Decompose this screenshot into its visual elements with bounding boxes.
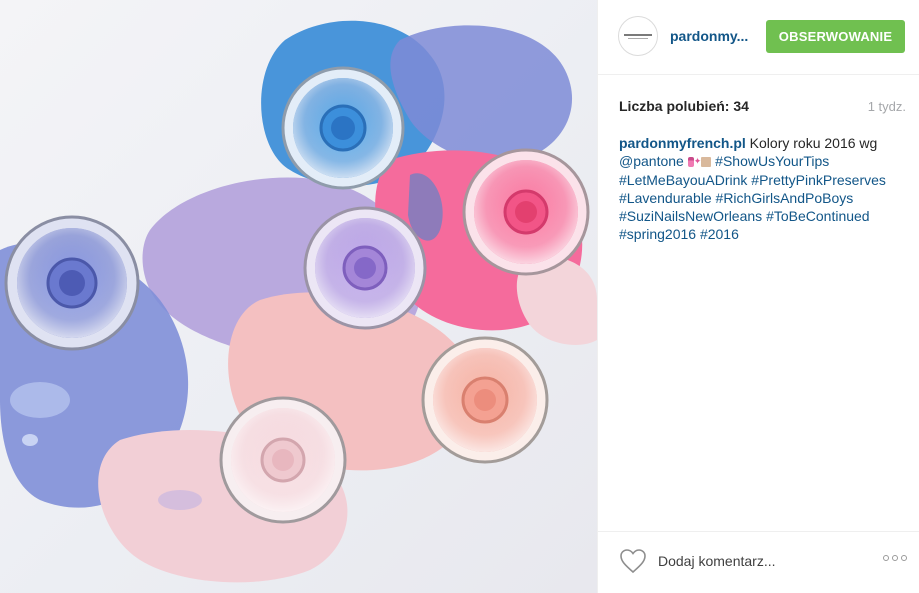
post-photo[interactable] [0,0,597,593]
nail-polish-illustration [0,20,597,583]
instagram-post: pardonmy... OBSERWOWANIE Liczba polubień… [0,0,919,593]
caption-author-link[interactable]: pardonmyfrench.pl [619,135,746,151]
username-link[interactable]: pardonmy... [670,28,748,44]
hashtag-link[interactable]: #ShowUsYourTips [715,153,829,169]
post-side-panel: pardonmy... OBSERWOWANIE Liczba polubień… [597,0,919,593]
violet-bottle [303,206,427,330]
beige-square-emoji [701,157,712,168]
pardonmyfrench-logo-avatar[interactable] [618,16,658,56]
likes-row: Liczba polubień: 34 1 tydz. [619,97,906,115]
comment-input[interactable] [658,550,863,572]
sparkles-emoji: ✦ [693,156,702,167]
post-time[interactable]: 1 tydz. [868,99,906,114]
likes-count[interactable]: Liczba polubień: 34 [619,98,749,114]
hashtag-link[interactable]: #Lavendurable [619,190,712,206]
hashtag-link[interactable]: #ToBeContinued [766,208,870,224]
pink-bottle [462,148,590,276]
follow-button[interactable]: OBSERWOWANIE [766,20,905,53]
post-caption: pardonmyfrench.pl Kolory roku 2016 wg @p… [619,134,909,244]
post-header: pardonmy... OBSERWOWANIE [598,0,919,75]
hashtag-link[interactable]: #PrettyPinkPreserves [751,172,886,188]
hashtag-link[interactable]: #RichGirlsAndPoBoys [716,190,854,206]
more-options-icon[interactable] [883,555,907,561]
hashtag-link[interactable]: #SuziNailsNewOrleans [619,208,762,224]
mention-link[interactable]: @pantone [619,153,684,169]
hashtag-link[interactable]: #LetMeBayouADrink [619,172,747,188]
hashtag-link[interactable]: #spring2016 [619,226,696,242]
pale-pink-bottle [219,396,347,524]
blue-bottle [281,66,405,190]
heart-icon[interactable] [619,548,647,574]
post-footer [598,531,919,593]
logo-icon [624,33,652,39]
caption-text: Kolory roku 2016 wg [745,135,878,151]
peach-bottle [421,336,549,464]
hashtag-link[interactable]: #2016 [700,226,739,242]
periwinkle-bottle [4,215,140,351]
nail-polish-emoji [687,157,694,168]
